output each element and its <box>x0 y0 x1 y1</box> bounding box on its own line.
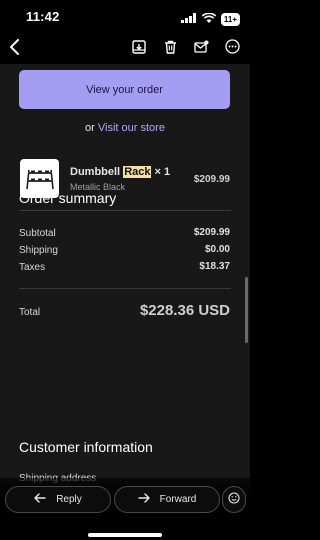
shipping-label: Shipping <box>19 245 58 256</box>
scrollbar[interactable] <box>245 277 248 343</box>
product-price: $209.99 <box>193 174 230 185</box>
more-icon <box>224 39 240 59</box>
emoji-reaction-button[interactable] <box>222 486 246 513</box>
reply-button[interactable]: Reply <box>5 486 111 513</box>
home-indicator[interactable] <box>88 533 162 537</box>
forward-icon <box>137 493 150 506</box>
taxes-label: Taxes <box>19 262 46 273</box>
visit-store-line: or Visit our store <box>0 122 250 134</box>
mail-badge-icon <box>193 40 209 59</box>
product-quantity: × 1 <box>154 166 171 178</box>
product-variant: Metallic Black <box>70 182 126 192</box>
divider <box>19 288 231 289</box>
forward-label: Forward <box>159 494 197 505</box>
customer-info-title: Customer information <box>19 439 153 455</box>
email-screen: 11:42 11+ View your order or Visit our s… <box>0 0 250 540</box>
delete-button[interactable] <box>159 38 181 60</box>
reply-icon <box>34 493 46 506</box>
status-icons: 11+ <box>180 10 240 28</box>
view-order-button[interactable]: View your order <box>19 70 230 109</box>
email-toolbar <box>0 34 250 64</box>
reply-label: Reply <box>56 494 82 505</box>
product-image[interactable] <box>20 159 59 198</box>
product-name: Dumbbell Rack × 1 <box>70 166 170 178</box>
wifi-icon <box>201 10 217 28</box>
divider <box>19 210 231 211</box>
bottom-action-bar: Reply Forward <box>0 478 250 540</box>
chevron-left-icon <box>9 38 21 60</box>
status-time: 11:42 <box>26 9 60 24</box>
total-value: $228.36 USD <box>139 302 230 319</box>
smiley-icon <box>228 492 240 507</box>
signal-icon <box>180 10 197 28</box>
subtotal-label: Subtotal <box>19 228 56 239</box>
product-name-text: Dumbbell <box>70 166 121 178</box>
more-button[interactable] <box>221 38 243 60</box>
status-bar: 11:42 11+ <box>0 0 250 34</box>
back-button[interactable] <box>4 38 26 60</box>
archive-button[interactable] <box>128 38 150 60</box>
visit-store-link[interactable]: Visit our store <box>98 122 165 134</box>
email-body: View your order or Visit our store Order… <box>0 64 250 540</box>
mark-unread-button[interactable] <box>190 38 212 60</box>
subtotal-value: $209.99 <box>193 227 230 238</box>
dumbbell-rack-icon <box>25 169 54 189</box>
search-highlight: Rack <box>123 166 152 178</box>
trash-icon <box>164 40 177 59</box>
shipping-value: $0.00 <box>204 244 230 255</box>
or-text: or <box>85 122 95 134</box>
forward-button[interactable]: Forward <box>114 486 220 513</box>
taxes-value: $18.37 <box>199 261 230 272</box>
archive-icon <box>132 39 146 59</box>
battery-badge: 11+ <box>220 12 240 26</box>
total-label: Total <box>19 307 41 318</box>
